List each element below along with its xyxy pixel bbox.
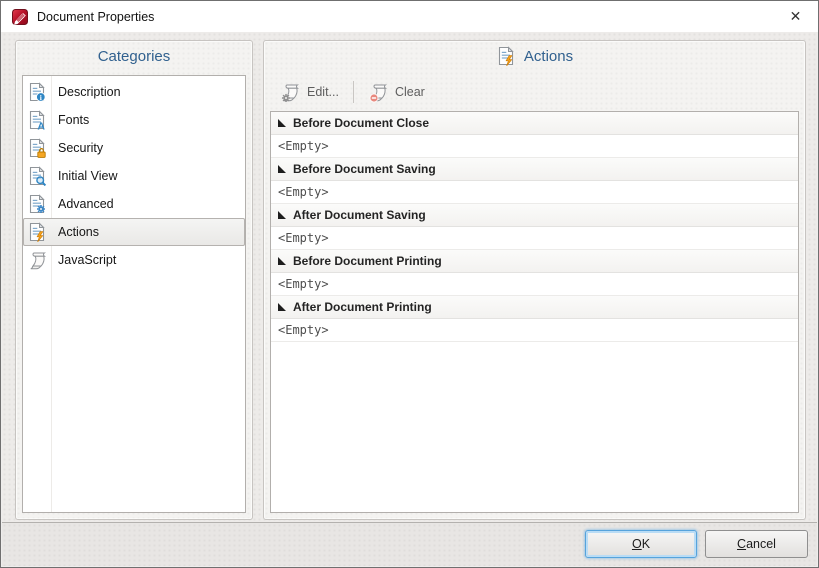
category-item-advanced[interactable]: Advanced [23, 190, 245, 218]
action-group-label: Before Document Saving [293, 162, 436, 176]
actions-icon [23, 222, 51, 242]
cancel-button[interactable]: Cancel [705, 530, 808, 558]
category-label: Advanced [58, 197, 114, 211]
security-icon [23, 138, 51, 158]
action-group-header-before-document-saving[interactable]: Before Document Saving [271, 158, 798, 181]
initial-view-icon [23, 166, 51, 186]
category-item-description[interactable]: i Description [23, 78, 245, 106]
app-logo-icon [12, 8, 28, 25]
advanced-icon [23, 194, 51, 214]
actions-panel-title: Actions [264, 41, 805, 71]
action-group-header-before-document-printing[interactable]: Before Document Printing [271, 250, 798, 273]
close-icon[interactable]: ✕ [773, 1, 818, 31]
fonts-icon: A [23, 110, 51, 130]
action-group-value-after-document-printing[interactable]: <Empty> [271, 319, 798, 342]
svg-text:i: i [40, 93, 42, 102]
category-label: Initial View [58, 169, 118, 183]
clear-action-button[interactable]: Clear [359, 80, 434, 105]
clear-action-icon [368, 82, 389, 103]
actions-icon [496, 46, 517, 67]
edit-action-button[interactable]: Edit... [271, 80, 348, 105]
window-title: Document Properties [37, 9, 155, 24]
dialog-footer: OK Cancel [2, 522, 817, 566]
collapse-triangle-icon [278, 211, 286, 219]
category-label: Description [58, 85, 121, 99]
categories-list: i Description A Fonts Security Initial View Ad… [22, 75, 246, 513]
action-group-label: After Document Printing [293, 300, 432, 314]
category-label: Actions [58, 225, 99, 239]
actions-toolbar: Edit... Clear [271, 78, 798, 106]
toolbar-divider [352, 81, 354, 103]
action-group-value-after-document-saving[interactable]: <Empty> [271, 227, 798, 250]
title-bar: Document Properties ✕ [1, 1, 818, 32]
category-item-fonts[interactable]: A Fonts [23, 106, 245, 134]
javascript-icon [23, 250, 51, 271]
dialog-content: Categories i Description A Fonts Security Ini… [2, 32, 817, 566]
collapse-triangle-icon [278, 257, 286, 265]
category-item-security[interactable]: Security [23, 134, 245, 162]
categories-panel: Categories i Description A Fonts Security Ini… [15, 40, 253, 520]
category-item-actions[interactable]: Actions [23, 218, 245, 246]
action-group-value-before-document-close[interactable]: <Empty> [271, 135, 798, 158]
action-group-label: After Document Saving [293, 208, 426, 222]
document-properties-dialog: Document Properties ✕ Categories i Descri… [0, 0, 819, 568]
description-icon: i [23, 82, 51, 102]
collapse-triangle-icon [278, 303, 286, 311]
action-group-value-before-document-saving[interactable]: <Empty> [271, 181, 798, 204]
action-group-label: Before Document Printing [293, 254, 442, 268]
collapse-triangle-icon [278, 165, 286, 173]
ok-button[interactable]: OK [585, 530, 697, 558]
actions-list: Before Document Close <Empty> Before Docum… [270, 111, 799, 513]
svg-text:A: A [37, 120, 45, 130]
category-label: JavaScript [58, 253, 117, 267]
action-group-label: Before Document Close [293, 116, 430, 130]
collapse-triangle-icon [278, 119, 286, 127]
category-label: Fonts [58, 113, 90, 127]
action-group-header-before-document-close[interactable]: Before Document Close [271, 112, 798, 135]
category-item-javascript[interactable]: JavaScript [23, 246, 245, 274]
action-group-header-after-document-printing[interactable]: After Document Printing [271, 296, 798, 319]
categories-panel-title: Categories [97, 47, 171, 65]
edit-action-icon [280, 82, 301, 103]
action-group-value-before-document-printing[interactable]: <Empty> [271, 273, 798, 296]
category-label: Security [58, 141, 104, 155]
category-item-initial-view[interactable]: Initial View [23, 162, 245, 190]
action-group-header-after-document-saving[interactable]: After Document Saving [271, 204, 798, 227]
actions-panel: Actions Edit... Clear Before Document Cl… [263, 40, 806, 520]
